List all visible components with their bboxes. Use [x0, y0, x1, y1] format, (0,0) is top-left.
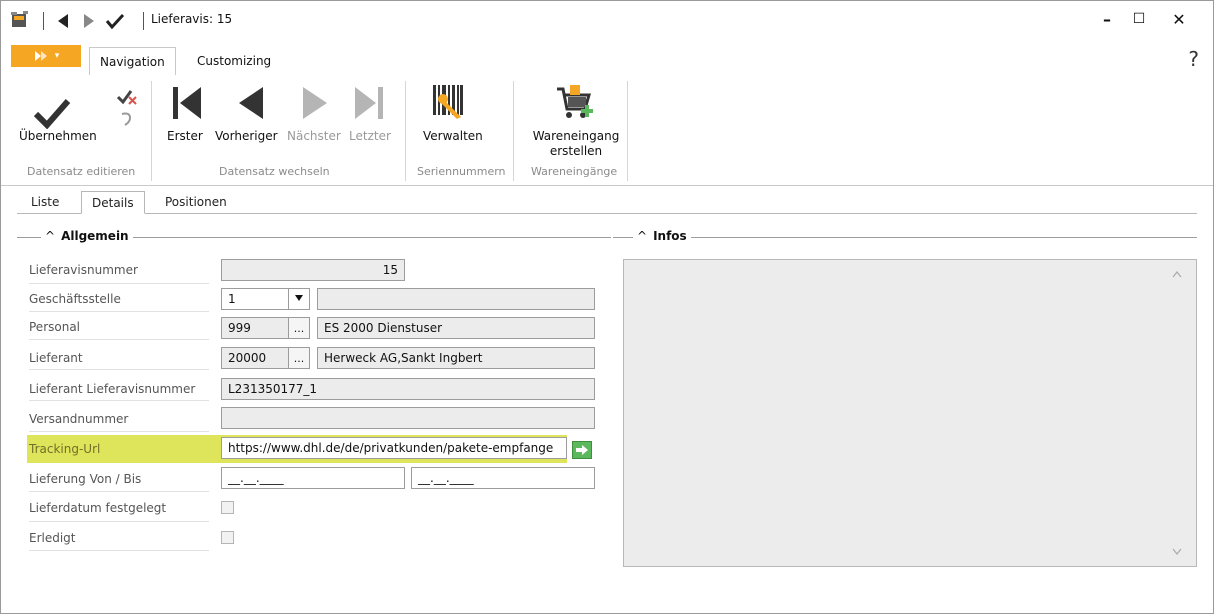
tracking-url-label: Tracking-Url — [29, 442, 101, 456]
lieferant-label: Lieferant — [29, 351, 83, 365]
personal-label: Personal — [29, 320, 81, 334]
chevron-down-icon — [295, 295, 303, 301]
app-menu-icon — [34, 51, 47, 61]
versandnummer-label: Versandnummer — [29, 412, 129, 426]
group-label-datensatz-wechseln: Datensatz wechseln — [219, 165, 330, 178]
lieferant-lieferavisnummer-label: Lieferant Lieferavisnummer — [29, 382, 196, 396]
infos-textarea[interactable] — [623, 259, 1197, 567]
help-button[interactable]: ? — [1188, 47, 1199, 71]
shopping-cart-add-icon[interactable] — [555, 83, 595, 123]
lieferdatum-festgelegt-label: Lieferdatum festgelegt — [29, 501, 167, 515]
infos-section-header[interactable]: ^ Infos — [633, 229, 691, 243]
open-url-button[interactable] — [572, 441, 592, 459]
vorheriger-label[interactable]: Vorheriger — [215, 129, 278, 143]
ubernehmen-button[interactable] — [19, 87, 99, 157]
serial-numbers-icon[interactable] — [431, 83, 465, 121]
application-window: Lieferavis: 15 – ☐ ✕ ▾ Navigation Custom… — [0, 0, 1214, 614]
lieferant-lieferavisnummer-field[interactable]: L231350177_1 — [221, 378, 595, 400]
group-label-seriennummern: Seriennummern — [417, 165, 506, 178]
tab-navigation[interactable]: Navigation — [89, 47, 176, 76]
erster-label[interactable]: Erster — [167, 129, 203, 143]
group-label-wareneingaenge: Wareneingänge — [531, 165, 618, 178]
letzter-label[interactable]: Letzter — [349, 129, 391, 143]
tab-details[interactable]: Details — [81, 191, 145, 214]
lieferung-von-date-field[interactable]: __.__.____ — [221, 467, 405, 489]
collapse-chevron-icon: ^ — [45, 229, 56, 243]
content-tab-divider — [17, 213, 1197, 214]
nachster-label[interactable]: Nächster — [287, 129, 341, 143]
window-title: Lieferavis: 15 — [151, 12, 233, 26]
app-logo-icon — [9, 9, 31, 31]
geschaeftsstelle-name-field[interactable] — [317, 288, 595, 310]
wareneingang-label-line2[interactable]: erstellen — [531, 144, 621, 158]
lieferavisnummer-label: Lieferavisnummer — [29, 263, 138, 277]
lieferant-name-field[interactable]: Herweck AG,Sankt Ingbert — [317, 347, 595, 369]
lieferant-id-field[interactable]: 20000 — [221, 347, 289, 369]
personal-name-field[interactable]: ES 2000 Dienstuser — [317, 317, 595, 339]
geschaeftsstelle-select[interactable]: 1 — [221, 288, 289, 310]
last-record-icon[interactable] — [353, 85, 385, 121]
tab-liste[interactable]: Liste — [21, 191, 69, 213]
allgemein-section-header[interactable]: ^ Allgemein — [41, 229, 133, 243]
forward-arrow-icon[interactable] — [83, 14, 95, 31]
versandnummer-field[interactable] — [221, 407, 595, 429]
lieferant-lookup-button[interactable]: ... — [288, 347, 310, 369]
group-label-datensatz-editieren: Datensatz editieren — [27, 165, 136, 178]
lieferung-von-bis-label: Lieferung Von / Bis — [29, 472, 142, 486]
lieferdatum-festgelegt-checkbox[interactable] — [221, 501, 234, 514]
personal-id-field[interactable]: 999 — [221, 317, 289, 339]
next-record-icon[interactable] — [301, 85, 329, 121]
first-record-icon[interactable] — [171, 85, 203, 121]
tab-positionen[interactable]: Positionen — [155, 191, 237, 213]
quick-save-check-icon[interactable] — [105, 12, 125, 33]
collapse-chevron-icon: ^ — [637, 229, 648, 243]
checkmark-icon — [33, 99, 71, 129]
discard-changes-icon[interactable] — [116, 87, 137, 108]
title-bar: Lieferavis: 15 – ☐ ✕ — [1, 1, 1213, 41]
tracking-url-field[interactable]: https://www.dhl.de/de/privatkunden/paket… — [221, 437, 567, 459]
geschaeftsstelle-label: Geschäftsstelle — [29, 292, 121, 306]
arrow-right-icon — [576, 445, 588, 455]
undo-icon[interactable] — [119, 111, 133, 130]
previous-record-icon[interactable] — [237, 85, 265, 121]
maximize-button[interactable]: ☐ — [1123, 7, 1155, 31]
close-button[interactable]: ✕ — [1163, 7, 1195, 31]
scroll-up-icon[interactable] — [1172, 270, 1182, 278]
wareneingang-label-line1[interactable]: Wareneingang — [531, 129, 621, 143]
lieferavisnummer-field[interactable]: 15 — [221, 259, 405, 281]
minimize-button[interactable]: – — [1091, 7, 1123, 31]
erledigt-checkbox[interactable] — [221, 531, 234, 544]
ribbon-tab-row — [1, 41, 1213, 76]
tab-customizing[interactable]: Customizing — [187, 47, 281, 75]
back-arrow-icon[interactable] — [57, 14, 69, 31]
geschaeftsstelle-dropdown-button[interactable] — [288, 288, 310, 310]
ubernehmen-label: Übernehmen — [19, 129, 97, 143]
app-menu-button[interactable]: ▾ — [11, 45, 81, 67]
scroll-down-icon[interactable] — [1172, 548, 1182, 556]
infos-divider — [613, 237, 1197, 238]
lieferung-bis-date-field[interactable]: __.__.____ — [411, 467, 595, 489]
erledigt-label: Erledigt — [29, 531, 76, 545]
personal-lookup-button[interactable]: ... — [288, 317, 310, 339]
verwalten-label[interactable]: Verwalten — [423, 129, 483, 143]
